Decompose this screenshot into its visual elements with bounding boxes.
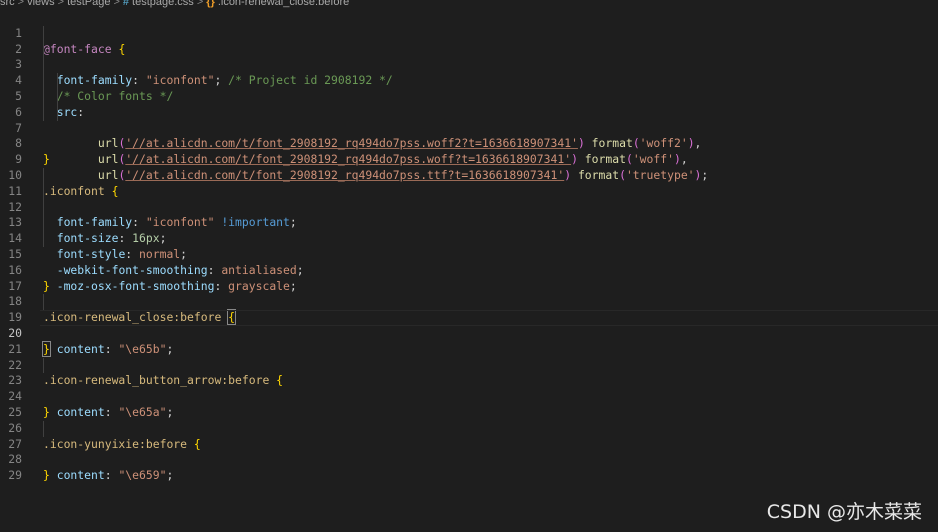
indent-guide [43,357,44,374]
breadcrumb-separator: > [113,0,120,8]
code-line[interactable]: 11 font-family: "iconfont" !important; [0,167,938,229]
code-editor[interactable]: 1 @font-face { 2 font-family: "iconfont"… [0,10,938,482]
indent-guide [43,294,44,311]
indent-guide [43,41,44,58]
code-line[interactable]: 15 -moz-osx-font-smoothing: grayscale; [0,231,938,293]
code-line[interactable]: 29 [0,452,938,482]
code-line[interactable]: 4 src: [0,57,938,119]
breadcrumb-item-symbol[interactable]: .icon-renewal_close:before [218,0,349,8]
indent-guide [43,88,44,105]
code-line[interactable]: 21 [0,326,938,356]
breadcrumb-item-file[interactable]: testpage.css [132,0,194,8]
code-line[interactable]: 25 [0,389,938,419]
indent-guide [43,104,44,121]
code-line[interactable]: 24 } [0,373,938,419]
indent-guide [57,104,58,121]
watermark: CSDN @亦木菜菜 [766,501,922,523]
breadcrumb-separator: > [196,0,204,8]
line-number: 29 [8,468,22,483]
indent-guide [43,420,44,437]
code-line[interactable]: 17 [0,263,938,293]
code-line[interactable]: 13 font-style: normal; [0,199,938,261]
code-line[interactable]: 9 [0,136,938,166]
breadcrumb-item-src[interactable]: src [0,0,15,8]
indent-guide [43,215,44,232]
indent-guide [57,88,58,105]
code-line[interactable]: 23 content: "\e65a"; [0,357,938,419]
css-symbol-icon: {} [206,0,215,8]
code-line[interactable]: 27 content: "\e659"; [0,420,938,482]
code-line[interactable]: 28 } [0,437,938,482]
code-line[interactable]: 22 .icon-renewal_button_arrow:before { [0,342,938,388]
code-text: } [43,468,50,483]
breadcrumb: src > views > testPage > # testpage.css >{} .icon… [0,0,349,10]
indent-guide [43,199,44,216]
breadcrumb-separator: > [57,0,65,8]
code-line[interactable]: 7 url('//at.alicdn.com/t/font_2908192_rq… [0,104,938,182]
breadcrumb-item-testpage-folder[interactable]: testPage [67,0,110,8]
code-line[interactable]: 8 } [0,121,938,166]
code-line[interactable]: 1 @font-face { [0,10,938,56]
indent-guide [43,57,44,74]
indent-guide [43,167,44,184]
breadcrumb-separator: > [17,0,25,8]
indent-guide [43,231,44,247]
code-line[interactable]: 14 -webkit-font-smoothing: antialiased; [0,215,938,277]
breadcrumb-item-views[interactable]: views [27,0,55,8]
code-line[interactable]: 18 .icon-renewal_close:before { [0,279,938,326]
code-line-current[interactable]: 20 } [0,310,938,357]
code-line[interactable]: 26 .icon-yunyixie:before { [0,405,938,451]
indent-guide [57,73,58,89]
code-line[interactable]: 10 .iconfont { [0,152,938,198]
code-line[interactable]: 12 font-size: 16px; [0,183,938,245]
code-line[interactable]: 3 /* Color fonts */ [0,41,938,103]
code-text: content: "\e659"; [56,468,174,483]
indent-guide [43,73,44,89]
code-line[interactable]: 5 url('//at.alicdn.com/t/font_2908192_rq… [0,73,938,150]
code-line[interactable]: 16 } [0,247,938,293]
code-line[interactable]: 6 url('//at.alicdn.com/t/font_2908192_rq… [0,88,938,166]
indent-guide [43,183,44,200]
code-line[interactable]: 2 font-family: "iconfont"; /* Project id… [0,25,938,87]
css-file-icon: # [122,0,130,8]
indent-guide [43,25,44,42]
code-line[interactable]: 19 content: "\e65b"; [0,294,938,356]
